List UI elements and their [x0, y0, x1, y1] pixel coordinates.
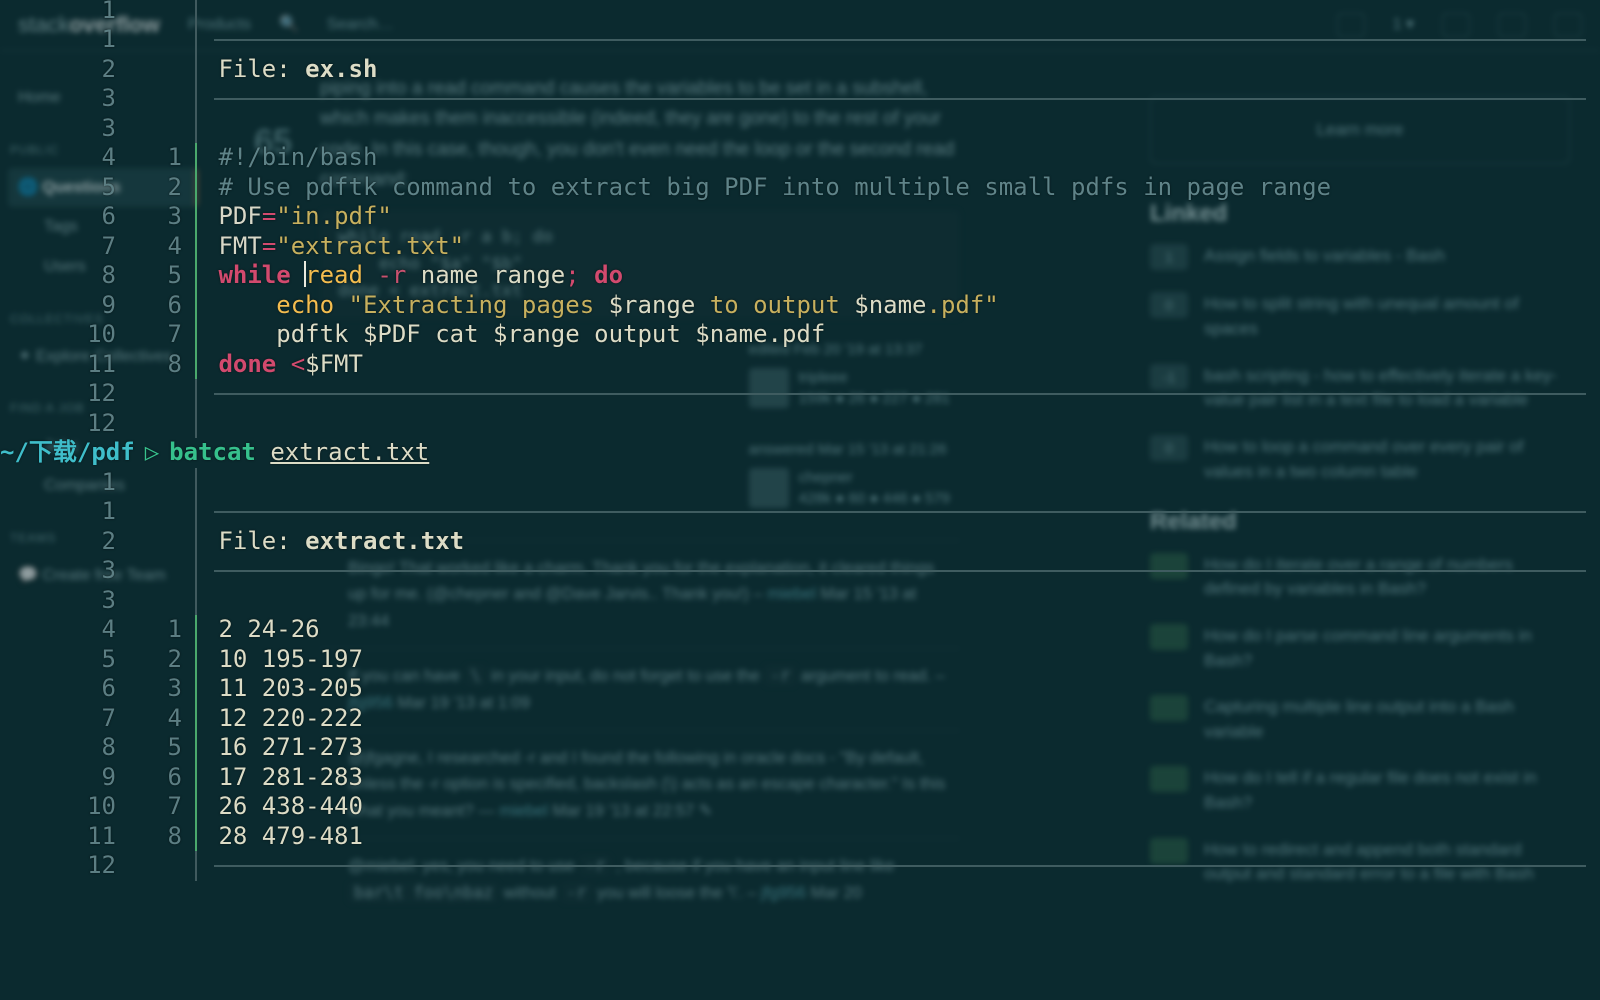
- sp: [291, 261, 305, 291]
- bat-row: 3: [0, 114, 1586, 144]
- src-line: 107 pdftk $PDF cat $range output $name.p…: [0, 320, 1586, 350]
- data-cell: 17 281-283: [218, 763, 363, 793]
- tok-str: "in.pdf": [276, 202, 392, 232]
- rule-bottom: [214, 379, 1586, 409]
- bat-row: 12: [0, 409, 1586, 439]
- src-line: 41 #!/bin/bash: [0, 143, 1586, 173]
- data-line: 118 28 479-481: [0, 822, 1586, 852]
- tok-echo: echo: [276, 291, 334, 321]
- tok-str: to output: [695, 291, 854, 321]
- prompt-arg-2: extract.txt: [270, 438, 429, 468]
- data-line: 85 16 271-273: [0, 733, 1586, 763]
- tok-read: read: [305, 261, 377, 291]
- bat-row: 2 File: extract.txt: [0, 527, 1586, 557]
- src-line: 96 echo "Extracting pages $range to outp…: [0, 291, 1586, 321]
- file-header-name: extract.txt: [305, 527, 464, 557]
- data-line: 52 10 195-197: [0, 645, 1586, 675]
- file-header-name: ex.sh: [305, 55, 377, 85]
- src-line: 52 # Use pdftk command to extract big PD…: [0, 173, 1586, 203]
- rule-top: [214, 497, 1586, 527]
- tok-id: PDF: [218, 202, 261, 232]
- sp: [580, 261, 594, 291]
- bat-row: 2 File: ex.sh: [0, 55, 1586, 85]
- rule-top: [214, 25, 1586, 55]
- bat-row: 1: [0, 0, 1586, 25]
- tok-done: done: [218, 350, 276, 380]
- src-line: 63 PDF="in.pdf": [0, 202, 1586, 232]
- data-line: 96 17 281-283: [0, 763, 1586, 793]
- rule: [214, 84, 1586, 114]
- data-line: 107 26 438-440: [0, 792, 1586, 822]
- tok-redir: <: [291, 350, 305, 380]
- tok-eq: =: [262, 202, 276, 232]
- data-line: 63 11 203-205: [0, 674, 1586, 704]
- data-cell: 11 203-205: [218, 674, 363, 704]
- tok-str: Extracting pages: [363, 291, 609, 321]
- prompt-line-2: ~/下载/pdf ▷ batcat extract.txt: [0, 438, 1586, 468]
- bat-row: 1: [0, 468, 1586, 498]
- indent: [218, 320, 276, 350]
- bat-row: 3: [0, 556, 1586, 586]
- data-cell: 28 479-481: [218, 822, 363, 852]
- terminal[interactable]: ~/下载/pdf ▷ batcat ex.sh 1 1 2 File: ex.s…: [0, 0, 1600, 1000]
- prompt-cmd: batcat: [169, 438, 256, 468]
- data-cell: 12 220-222: [218, 704, 363, 734]
- src-comment: # Use pdftk command to extract big PDF i…: [218, 173, 1331, 203]
- bat-row: 12: [0, 851, 1586, 881]
- tok-var: $range: [609, 291, 696, 321]
- rule-bottom: [214, 851, 1586, 881]
- tok-eq: =: [262, 232, 276, 262]
- tok-cmd: pdftk $PDF cat $range output $name.pdf: [276, 320, 825, 350]
- data-cell: 2 24-26: [218, 615, 319, 645]
- data-cell: 10 195-197: [218, 645, 363, 675]
- rule: [214, 556, 1586, 586]
- prompt-marker-icon: ▷: [145, 438, 159, 468]
- src-line: 85 while read -r name range; do: [0, 261, 1586, 291]
- bat-row: 1: [0, 25, 1586, 55]
- bat-row: 3: [0, 84, 1586, 114]
- src-shebang: #!/bin/bash: [218, 143, 377, 173]
- tok-str: "extract.txt": [276, 232, 464, 262]
- tok-str: .pdf: [927, 291, 985, 321]
- bat-row: 12: [0, 379, 1586, 409]
- tok-kw: while: [218, 261, 290, 291]
- tok-do: do: [594, 261, 623, 291]
- tok-id: FMT: [218, 232, 261, 262]
- bat-row: 1: [0, 497, 1586, 527]
- data-line: 74 12 220-222: [0, 704, 1586, 734]
- indent: [218, 291, 276, 321]
- tok-opt: -r: [377, 261, 406, 291]
- data-cell: 26 438-440: [218, 792, 363, 822]
- data-line: 41 2 24-26: [0, 615, 1586, 645]
- sp: [276, 350, 290, 380]
- tok-args: name range: [406, 261, 565, 291]
- tok-var: $FMT: [305, 350, 363, 380]
- sp: [334, 291, 348, 321]
- file-header-label: File:: [218, 55, 305, 85]
- tok-q: ": [349, 291, 363, 321]
- file-header-label: File:: [218, 527, 305, 557]
- bat-row: 3: [0, 586, 1586, 616]
- src-line: 74 FMT="extract.txt": [0, 232, 1586, 262]
- prompt-path: ~/下载/pdf: [0, 438, 135, 468]
- tok-semi: ;: [565, 261, 579, 291]
- src-line: 118 done <$FMT: [0, 350, 1586, 380]
- data-cell: 16 271-273: [218, 733, 363, 763]
- tok-q: ": [984, 291, 998, 321]
- tok-var: $name: [854, 291, 926, 321]
